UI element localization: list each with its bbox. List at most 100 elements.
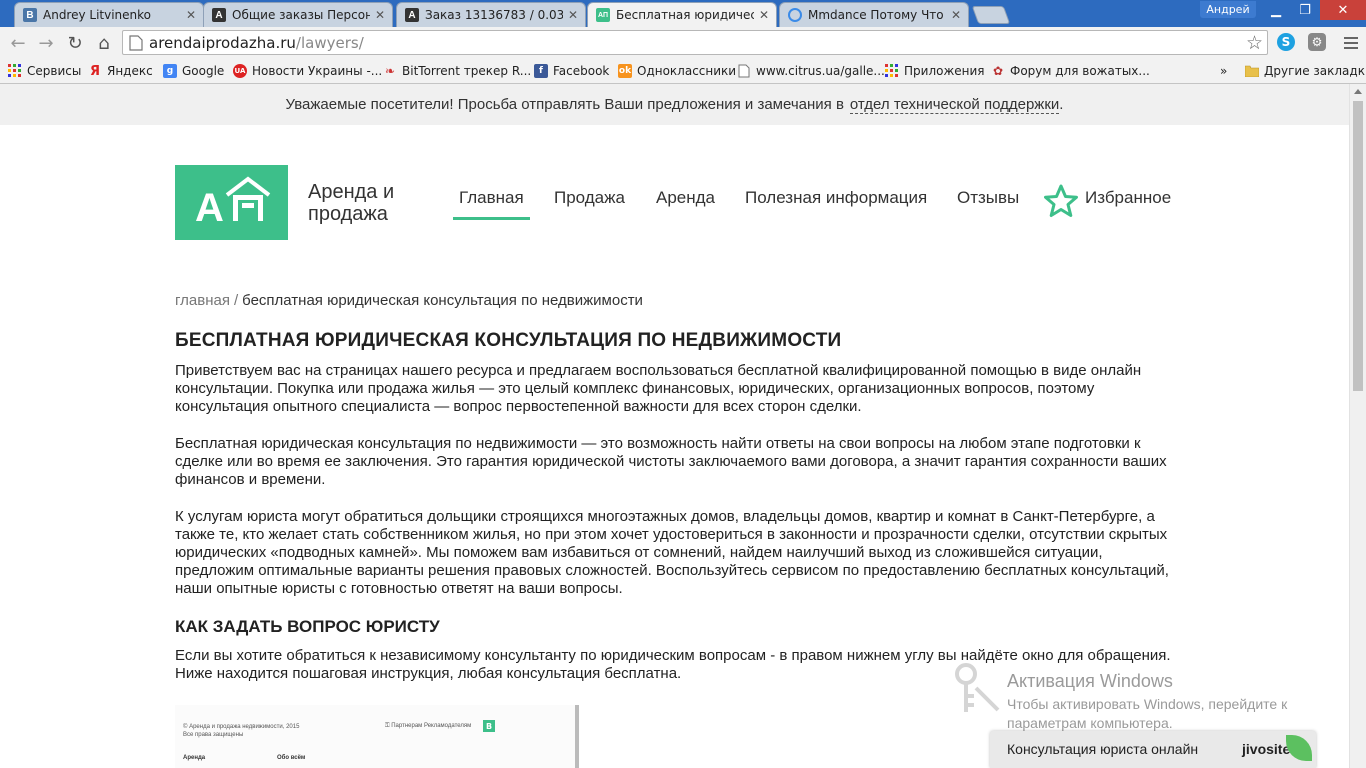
site-name[interactable]: Аренда и продажа xyxy=(308,181,394,225)
nav-sale[interactable]: Продажа xyxy=(554,188,625,208)
close-tab-icon[interactable]: ✕ xyxy=(374,8,386,22)
browser-tab-active[interactable]: АП Бесплатная юридическая ✕ xyxy=(587,2,777,27)
bookmark-item[interactable]: ❧ BitTorrent трекер R... xyxy=(383,62,531,80)
yandex-icon: Я xyxy=(89,63,100,79)
nav-favorites[interactable]: Избранное xyxy=(1085,188,1171,208)
chat-widget[interactable]: Консультация юриста онлайн jivosite xyxy=(990,731,1316,768)
tab-strip: В Andrey Litvinenko ✕ A Общие заказы Пер… xyxy=(0,0,1366,27)
bookmark-item[interactable]: Приложения xyxy=(885,62,985,80)
minimize-icon[interactable]: ▁ xyxy=(1262,0,1290,20)
bookmark-item[interactable]: g Google xyxy=(163,62,224,80)
notice-bar: Уважаемые посетители! Просьба отправлять… xyxy=(0,84,1349,125)
bookmark-label: Одноклассники xyxy=(637,64,737,78)
apps-icon xyxy=(8,64,22,78)
instruction-image: © Аренда и продажа недвижимости, 2015 Вс… xyxy=(175,705,579,768)
key-icon xyxy=(955,663,1000,712)
bookmark-item[interactable]: ✿ Форум для вожатых... xyxy=(991,62,1150,80)
window-close-icon[interactable]: ✕ xyxy=(1320,0,1366,20)
google-icon: g xyxy=(163,64,177,78)
reload-icon[interactable]: ↻ xyxy=(63,31,87,55)
bookmark-label: Facebook xyxy=(553,64,610,78)
nav-reviews[interactable]: Отзывы xyxy=(957,188,1019,208)
nav-home[interactable]: Главная xyxy=(453,188,530,220)
bookmarks-bar: Сервисы Я Яндекс g Google UA Новости Укр… xyxy=(0,59,1366,84)
nav-rent[interactable]: Аренда xyxy=(656,188,715,208)
leaf-icon xyxy=(1286,735,1312,761)
bookmark-item[interactable]: Сервисы xyxy=(8,62,81,80)
bookmark-item[interactable]: UA Новости Украины -... xyxy=(233,62,382,80)
scroll-up-icon[interactable] xyxy=(1354,89,1362,94)
support-link[interactable]: отдел технической поддержки xyxy=(849,96,1060,114)
browser-tab[interactable]: В Andrey Litvinenko ✕ xyxy=(14,2,204,27)
breadcrumb: главная / бесплатная юридическая консульта… xyxy=(175,292,643,309)
address-bar[interactable]: arendaiprodazha.ru/lawyers/ ☆ xyxy=(122,30,1268,55)
home-icon[interactable]: ⌂ xyxy=(92,31,116,55)
article-paragraph: К услугам юриста могут обратиться дольщи… xyxy=(175,508,1169,597)
tab-title: Общие заказы Персонал xyxy=(232,8,370,22)
close-tab-icon[interactable]: ✕ xyxy=(758,8,770,22)
breadcrumb-separator: / xyxy=(233,292,239,309)
page-icon xyxy=(129,34,143,51)
bookmark-item[interactable]: Я Яндекс xyxy=(88,62,153,80)
windows-activation-title: Активация Windows xyxy=(1007,671,1173,691)
page-title: БЕСПЛАТНАЯ ЮРИДИЧЕСКАЯ КОНСУЛЬТАЦИЯ ПО Н… xyxy=(175,330,842,351)
site-logo-icon: АП xyxy=(596,8,610,22)
apps-icon xyxy=(885,64,899,78)
notice-text: Уважаемые посетители! Просьба отправлять… xyxy=(285,96,844,113)
new-tab-button[interactable] xyxy=(971,6,1011,24)
forum-icon: ✿ xyxy=(992,64,1004,78)
close-tab-icon[interactable]: ✕ xyxy=(567,8,579,22)
image-vk-logo: B xyxy=(483,720,495,732)
browser-tab[interactable]: A Общие заказы Персонал ✕ xyxy=(203,2,393,27)
facebook-icon: f xyxy=(534,64,548,78)
scroll-thumb[interactable] xyxy=(1353,101,1363,391)
bookmark-item[interactable]: Другие закладки xyxy=(1245,62,1366,80)
overflow-chevron-icon: » xyxy=(1220,64,1228,78)
back-icon[interactable]: ← xyxy=(6,31,30,55)
page-scrollbar[interactable] xyxy=(1349,84,1366,768)
windows-activation-line1: Чтобы активировать Windows, перейдите к xyxy=(1007,696,1288,712)
close-tab-icon[interactable]: ✕ xyxy=(950,8,962,22)
forward-icon[interactable]: → xyxy=(34,31,58,55)
section-heading: КАК ЗАДАТЬ ВОПРОС ЮРИСТУ xyxy=(175,617,440,636)
close-tab-icon[interactable]: ✕ xyxy=(185,8,197,22)
bookmarks-overflow-button[interactable]: » xyxy=(1220,62,1227,80)
bookmark-item[interactable]: ok Одноклассники xyxy=(618,62,736,80)
svg-text:A: A xyxy=(195,186,224,230)
bookmark-label: Яндекс xyxy=(107,64,153,78)
article: БЕСПЛАТНАЯ ЮРИДИЧЕСКАЯ КОНСУЛЬТАЦИЯ ПО Н… xyxy=(175,330,1175,683)
image-column-heading: Обо всём xyxy=(277,755,306,761)
site-logo[interactable]: A xyxy=(175,165,288,240)
address-path: /lawyers/ xyxy=(295,33,364,52)
notice-end: . xyxy=(1059,96,1064,113)
article-paragraph: Бесплатная юридическая консультация по н… xyxy=(175,435,1167,488)
ua-news-icon: UA xyxy=(233,64,247,78)
site-a-icon: A xyxy=(405,8,419,22)
breadcrumb-home-link[interactable]: главная xyxy=(175,292,230,309)
image-partners-link: ⚿ Партнерам Рекламодателям xyxy=(385,723,471,730)
profile-button[interactable]: Андрей xyxy=(1200,1,1256,18)
jivosite-logo: jivosite xyxy=(1242,741,1291,757)
folder-icon xyxy=(1245,64,1259,78)
bookmark-item[interactable]: f Facebook xyxy=(534,62,609,80)
maximize-icon[interactable]: ❐ xyxy=(1291,0,1319,20)
extension-icon[interactable]: ⚙ xyxy=(1308,33,1326,51)
chrome-menu-icon[interactable] xyxy=(1344,34,1358,52)
torrent-icon: ❧ xyxy=(384,64,396,78)
windows-activation-text: Чтобы активировать Windows, перейдите к … xyxy=(1007,695,1347,733)
tab-title: Заказ 13136783 / 0.03 у.е xyxy=(425,8,563,22)
bookmark-star-icon[interactable]: ☆ xyxy=(1246,32,1263,54)
browser-tab[interactable]: A Заказ 13136783 / 0.03 у.е ✕ xyxy=(396,2,586,27)
breadcrumb-current: бесплатная юридическая консультация по н… xyxy=(242,292,643,309)
site-name-line1: Аренда и xyxy=(308,181,395,203)
favorites-star-icon[interactable] xyxy=(1044,184,1078,218)
tab-title: Mmdance Потому Что Я xyxy=(808,8,946,22)
page-icon xyxy=(737,64,751,78)
article-paragraph: Приветствуем вас на страницах нашего рес… xyxy=(175,362,1142,415)
nav-useful-info[interactable]: Полезная информация xyxy=(745,188,927,208)
skype-icon[interactable]: S xyxy=(1277,33,1295,51)
chat-widget-label: Консультация юриста онлайн xyxy=(1007,741,1199,757)
vk-icon: В xyxy=(23,8,37,22)
browser-tab[interactable]: Mmdance Потому Что Я ✕ xyxy=(779,2,969,27)
bookmark-item[interactable]: www.citrus.ua/galle... xyxy=(737,62,885,80)
